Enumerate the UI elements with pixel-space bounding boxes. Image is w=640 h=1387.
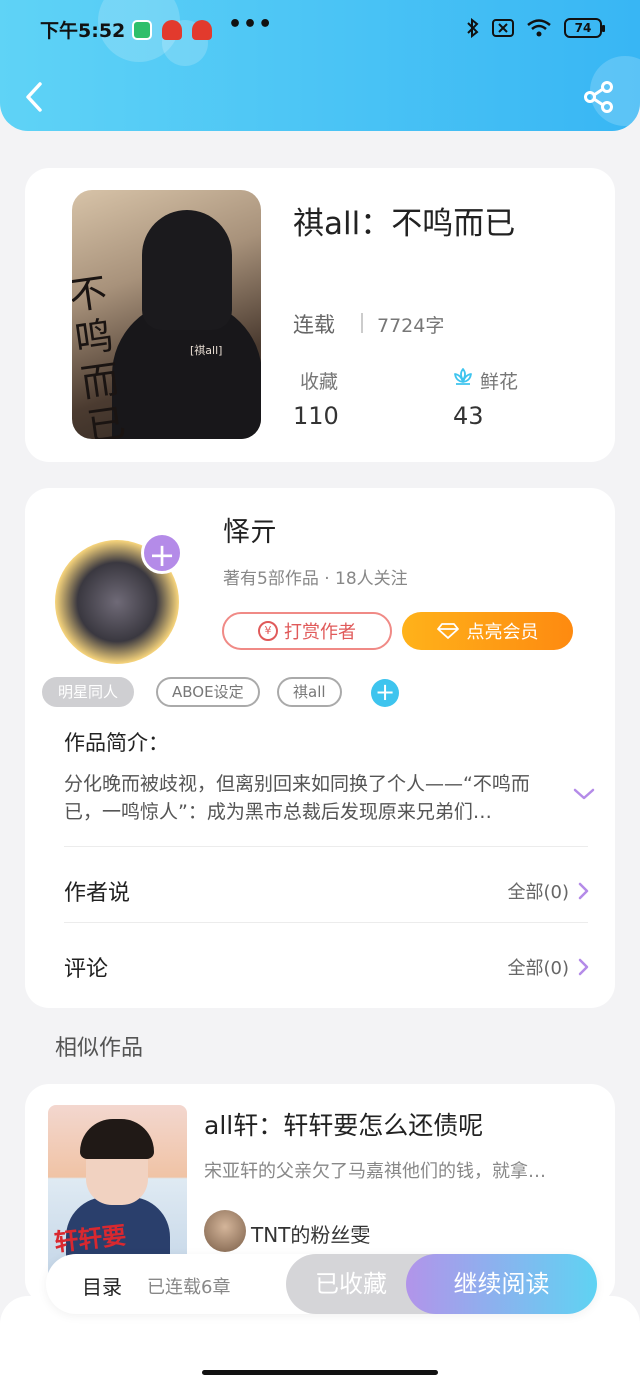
coin-icon: ¥ xyxy=(258,621,278,641)
vip-label: 点亮会员 xyxy=(466,622,539,643)
divider xyxy=(64,922,588,923)
flower-icon xyxy=(454,368,472,385)
book-status: 连载 xyxy=(293,313,335,337)
continue-reading-button[interactable]: 继续阅读 xyxy=(406,1254,597,1314)
wifi-icon xyxy=(527,19,551,37)
comments-all[interactable]: 全部(0) xyxy=(508,954,590,980)
author-says-label[interactable]: 作者说 xyxy=(64,875,130,907)
diamond-icon xyxy=(436,623,459,639)
sim-icon xyxy=(492,19,514,37)
book-title: 祺all：不鸣而已 xyxy=(293,206,516,242)
intro-label: 作品简介： xyxy=(64,731,169,755)
author-says-count: 全部(0) xyxy=(507,882,570,903)
bluetooth-icon xyxy=(467,18,479,38)
tag-chip[interactable]: 祺all xyxy=(277,677,342,707)
author-card: + 怿亓 著有5部作品 · 18人关注 ¥ 打赏作者 点亮会员 明星同人 ABO… xyxy=(25,488,615,1008)
chevron-down-icon[interactable] xyxy=(572,786,596,802)
comments-count: 全部(0) xyxy=(507,958,570,979)
flowers-value: 43 xyxy=(453,402,484,430)
home-indicator[interactable] xyxy=(202,1370,438,1375)
chevron-right-icon xyxy=(578,882,589,900)
status-time: 下午5:52 xyxy=(40,20,126,42)
share-icon[interactable] xyxy=(582,80,616,114)
similar-book-desc: 宋亚轩的父亲欠了马嘉祺他们的钱，就拿… xyxy=(204,1161,546,1182)
back-icon[interactable] xyxy=(22,80,50,114)
add-tag-button[interactable]: + xyxy=(371,679,399,707)
follow-plus-icon[interactable]: + xyxy=(141,532,183,574)
tag-chip[interactable]: ABOE设定 xyxy=(156,677,260,707)
similar-author-avatar xyxy=(204,1210,246,1252)
author-name[interactable]: 怿亓 xyxy=(223,510,277,549)
tip-author-button[interactable]: ¥ 打赏作者 xyxy=(222,612,392,650)
divider xyxy=(64,846,588,847)
tip-author-label: 打赏作者 xyxy=(284,622,356,643)
similar-section-label: 相似作品 xyxy=(55,1036,144,1061)
author-says-all[interactable]: 全部(0) xyxy=(508,878,590,904)
toc-button[interactable]: 目录 xyxy=(82,1271,122,1300)
author-meta: 著有5部作品 · 18人关注 xyxy=(223,569,408,589)
word-count: 7724字 xyxy=(377,315,445,337)
book-info-card: 不鸣而已 [祺all] 祺all：不鸣而已 连载 7724字 收藏 110 鲜花… xyxy=(25,168,615,462)
similar-author-name: TNT的粉丝雯 xyxy=(251,1223,371,1247)
cover-tag-text: [祺all] xyxy=(190,344,223,357)
app-notification-icon xyxy=(162,20,182,40)
intro-text[interactable]: 分化晚而被歧视，但离别回来如同换了个人——“不鸣而已，一鸣惊人”：成为黑市总裁后… xyxy=(64,770,550,826)
more-notifications-icon: ••• xyxy=(228,12,274,37)
status-bar: 下午5:52 ••• 74 xyxy=(0,12,640,46)
shield-app-icon xyxy=(132,20,152,40)
app-notification-icon-2 xyxy=(192,20,212,40)
flowers-label: 鲜花 xyxy=(480,371,519,393)
similar-book-title[interactable]: all轩：轩轩要怎么还债呢 xyxy=(204,1106,483,1142)
favorites-value: 110 xyxy=(293,402,339,430)
bottom-action-bar: 目录 已连载6章 已收藏 继续阅读 xyxy=(46,1254,597,1314)
tag-chip[interactable]: 明星同人 xyxy=(42,677,135,707)
divider xyxy=(361,313,363,333)
chevron-right-icon xyxy=(578,958,589,976)
favorites-label: 收藏 xyxy=(300,371,339,393)
vip-button[interactable]: 点亮会员 xyxy=(402,612,573,650)
chapter-count: 已连载6章 xyxy=(147,1277,231,1298)
battery-icon: 74 xyxy=(564,18,605,38)
comments-label[interactable]: 评论 xyxy=(64,951,108,983)
header: 下午5:52 ••• 74 xyxy=(0,0,640,131)
similar-cover-text: 轩轩要 xyxy=(52,1221,128,1257)
book-cover[interactable]: 不鸣而已 [祺all] xyxy=(72,190,261,439)
